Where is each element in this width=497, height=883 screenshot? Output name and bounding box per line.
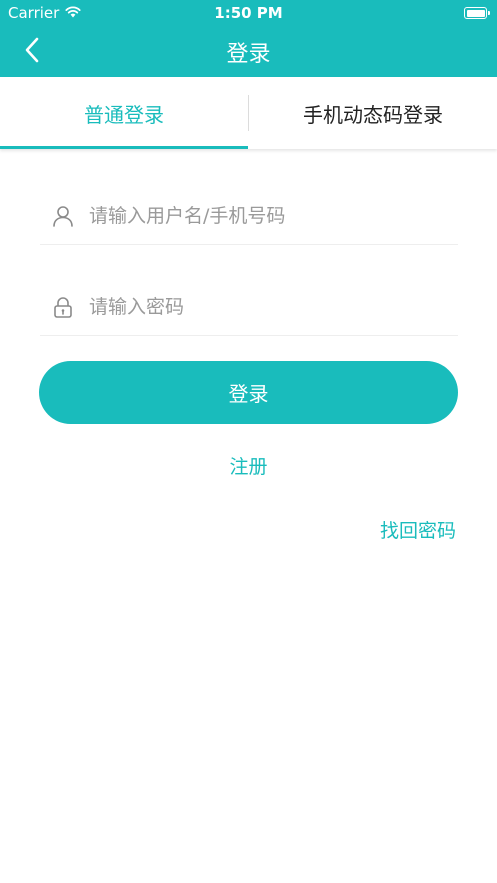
tab-normal-login[interactable]: 普通登录 [0,77,248,149]
nav-bar: 登录 [0,26,497,77]
register-link[interactable]: 注册 [0,452,497,479]
tab-sms-login-label: 手机动态码登录 [303,102,443,127]
login-screen: Carrier 1:50 PM 登录 普通登录 手机动态码登录 请输入用户名/手… [0,0,497,883]
login-tabs: 普通登录 手机动态码登录 [0,77,497,149]
top-bar: Carrier 1:50 PM 登录 [0,0,497,77]
password-input[interactable] [89,287,458,327]
login-button[interactable]: 登录 [39,361,458,424]
battery-icon [464,7,490,19]
password-field [40,279,458,336]
username-input[interactable] [89,196,458,236]
tab-sms-login[interactable]: 手机动态码登录 [249,77,497,149]
active-tab-indicator [0,146,248,149]
tab-normal-login-label: 普通登录 [84,102,164,127]
status-time: 1:50 PM [214,4,283,22]
login-button-label: 登录 [228,382,269,406]
user-icon [51,204,75,228]
lock-icon [51,295,75,319]
username-field [40,188,458,245]
status-bar: Carrier 1:50 PM [0,0,497,26]
page-title: 登录 [226,42,271,67]
forgot-password-link[interactable]: 找回密码 [380,516,456,543]
